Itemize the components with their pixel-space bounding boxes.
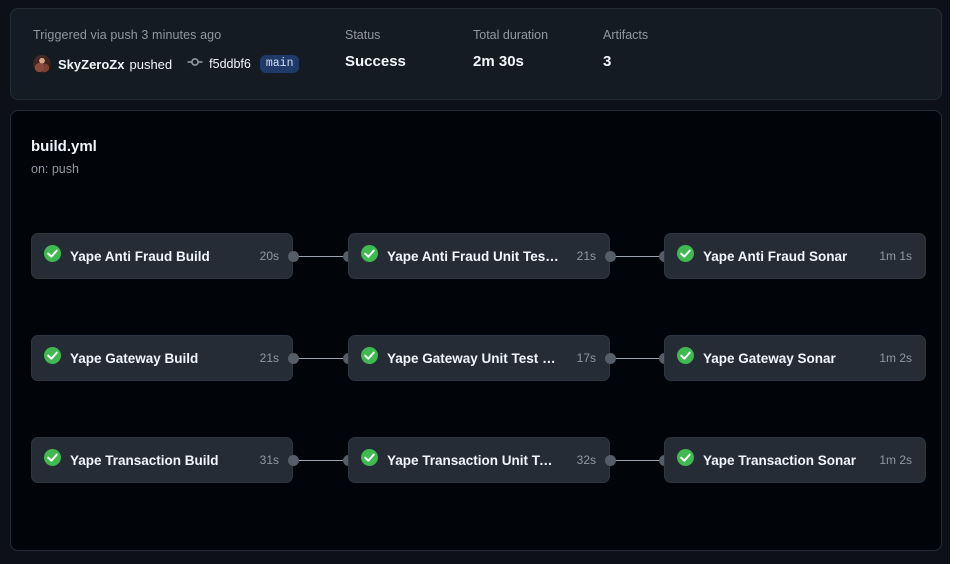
- job-node[interactable]: Yape Anti Fraud Build 20s: [31, 233, 293, 279]
- job-node[interactable]: Yape Transaction Sonar 1m 2s: [664, 437, 926, 483]
- job-name: Yape Transaction Sonar: [703, 452, 857, 468]
- connector-dot: [288, 250, 299, 262]
- job-duration: 21s: [576, 249, 596, 263]
- check-circle-icon: [44, 245, 61, 267]
- job-name: Yape Anti Fraud Sonar: [703, 248, 848, 264]
- connector-dot: [605, 250, 616, 262]
- job-duration: 20s: [259, 249, 279, 263]
- workflow-graph-card: build.yml on: push Yape Anti Fraud Build…: [10, 110, 942, 551]
- commit-group: f5ddbf6 main: [187, 54, 300, 75]
- job-duration: 21s: [259, 351, 279, 365]
- job-duration: 1m 2s: [879, 453, 912, 467]
- stat-artifacts-label: Artifacts: [603, 28, 649, 42]
- job-duration: 32s: [576, 453, 596, 467]
- check-circle-icon: [677, 347, 694, 369]
- run-summary-card: Triggered via push 3 minutes ago SkyZero…: [10, 8, 942, 100]
- connector-dot: [288, 454, 299, 466]
- connector-edge: [616, 357, 659, 359]
- page-right-edge: [950, 0, 956, 564]
- job-name: Yape Gateway Build: [70, 350, 199, 366]
- connector-dot: [288, 352, 299, 364]
- job-node[interactable]: Yape Gateway Unit Test Jest 17s: [348, 335, 610, 381]
- connector-edge: [616, 459, 659, 461]
- stat-total-duration: Total duration 2m 30s: [473, 27, 548, 72]
- check-circle-icon: [361, 245, 378, 267]
- connector-edge: [299, 357, 343, 359]
- workflow-run-page: Triggered via push 3 minutes ago SkyZero…: [0, 0, 956, 564]
- job-node[interactable]: Yape Transaction Unit Test J... 32s: [348, 437, 610, 483]
- job-name: Yape Anti Fraud Unit Test Jest: [387, 248, 560, 264]
- stat-status: Status Success: [345, 27, 406, 72]
- check-circle-icon: [677, 449, 694, 471]
- job-node[interactable]: Yape Transaction Build 31s: [31, 437, 293, 483]
- user-avatar: [33, 55, 51, 73]
- job-duration: 1m 2s: [879, 351, 912, 365]
- job-node[interactable]: Yape Gateway Sonar 1m 2s: [664, 335, 926, 381]
- stat-artifacts-value[interactable]: 3: [603, 52, 648, 72]
- job-name: Yape Transaction Build: [70, 452, 219, 468]
- job-name: Yape Anti Fraud Build: [70, 248, 210, 264]
- job-node[interactable]: Yape Anti Fraud Unit Test Jest 21s: [348, 233, 610, 279]
- check-circle-icon: [361, 347, 378, 369]
- check-circle-icon: [677, 245, 694, 267]
- job-name: Yape Gateway Unit Test Jest: [387, 350, 560, 366]
- workflow-graph-canvas[interactable]: Yape Anti Fraud Build 20s Yape Anti Frau…: [11, 111, 941, 550]
- job-name: Yape Gateway Sonar: [703, 350, 836, 366]
- job-duration: 17s: [576, 351, 596, 365]
- action-word: pushed: [129, 56, 173, 72]
- git-commit-icon: [187, 54, 203, 75]
- connector-dot: [605, 352, 616, 364]
- connector-edge: [299, 255, 343, 257]
- check-circle-icon: [44, 449, 61, 471]
- job-name: Yape Transaction Unit Test J...: [387, 452, 560, 468]
- stat-total-duration-label: Total duration: [473, 28, 549, 42]
- connector-edge: [616, 255, 659, 257]
- commit-sha[interactable]: f5ddbf6: [209, 57, 251, 71]
- stat-status-value: Success: [345, 53, 406, 70]
- stat-artifacts: Artifacts 3: [603, 27, 648, 72]
- stat-status-label: Status: [345, 28, 381, 42]
- job-duration: 31s: [259, 453, 279, 467]
- run-summary-content: Triggered via push 3 minutes ago SkyZero…: [11, 9, 941, 99]
- check-circle-icon: [361, 449, 378, 471]
- connector-dot: [605, 454, 616, 466]
- job-node[interactable]: Yape Anti Fraud Sonar 1m 1s: [664, 233, 926, 279]
- branch-badge[interactable]: main: [259, 55, 300, 73]
- job-node[interactable]: Yape Gateway Build 21s: [31, 335, 293, 381]
- stat-total-duration-value: 2m 30s: [473, 53, 524, 70]
- actor-name[interactable]: SkyZeroZx: [58, 57, 124, 72]
- connector-edge: [299, 459, 343, 461]
- job-duration: 1m 1s: [879, 249, 912, 263]
- check-circle-icon: [44, 347, 61, 369]
